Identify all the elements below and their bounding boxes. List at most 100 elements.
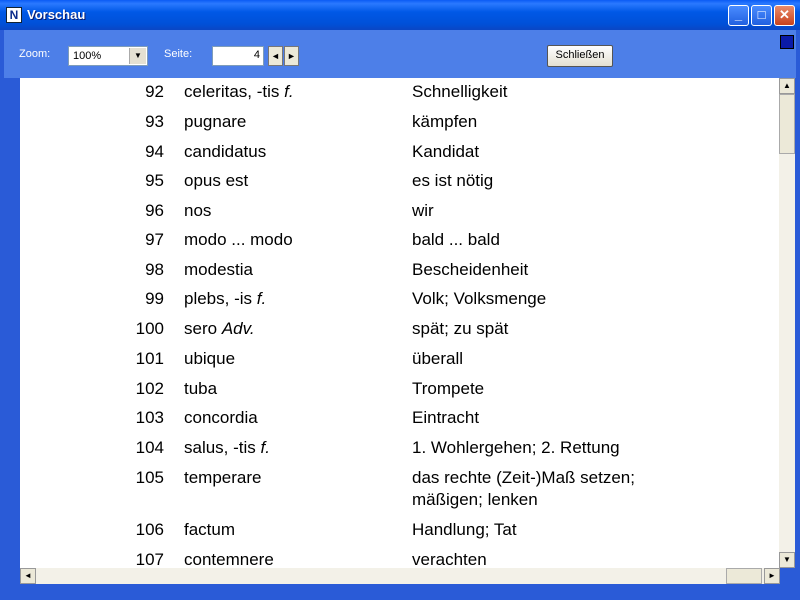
latin-text: contemnere bbox=[184, 550, 274, 568]
corner-indicator bbox=[780, 35, 794, 49]
latin-text: sero bbox=[184, 319, 218, 338]
latin-text: candidatus bbox=[184, 142, 267, 161]
item-number: 106 bbox=[135, 520, 164, 539]
translation-line: Volk; Volksmenge bbox=[412, 289, 547, 308]
latin-term: factum bbox=[184, 519, 235, 541]
item-number: 95 bbox=[145, 171, 164, 190]
item-number: 96 bbox=[145, 201, 164, 220]
item-number: 104 bbox=[135, 438, 164, 457]
item-number: 107 bbox=[135, 550, 164, 568]
grammar-note: f. bbox=[260, 438, 270, 457]
translation-line: Kandidat bbox=[412, 142, 480, 161]
translation-line: das rechte (Zeit-)Maß setzen; bbox=[412, 468, 635, 487]
grammar-note: f. bbox=[284, 82, 294, 101]
item-number: 92 bbox=[145, 82, 164, 101]
translation-line: Handlung; Tat bbox=[412, 520, 517, 539]
german-translation: spät; zu spät bbox=[412, 318, 732, 340]
translation-line: Bescheidenheit bbox=[412, 260, 529, 279]
translation-line: Trompete bbox=[412, 379, 485, 398]
latin-text: modo ... modo bbox=[184, 230, 293, 249]
window-title: Vorschau bbox=[27, 7, 86, 22]
chevron-down-icon[interactable]: ▼ bbox=[129, 48, 146, 64]
latin-term: contemnere bbox=[184, 549, 274, 568]
hscroll-thumb[interactable] bbox=[726, 568, 762, 584]
latin-term: nos bbox=[184, 200, 211, 222]
item-number: 103 bbox=[135, 408, 164, 427]
translation-line: bald ... bald bbox=[412, 230, 500, 249]
item-number: 100 bbox=[135, 319, 164, 338]
german-translation: Schnelligkeit bbox=[412, 81, 732, 103]
zoom-label: Zoom: bbox=[19, 48, 51, 60]
german-translation: Kandidat bbox=[412, 141, 732, 163]
latin-text: factum bbox=[184, 520, 236, 539]
item-number: 102 bbox=[135, 379, 164, 398]
german-translation: Eintracht bbox=[412, 407, 732, 429]
next-page-button[interactable]: ► bbox=[284, 46, 299, 66]
latin-text: concordia bbox=[184, 408, 258, 427]
maximize-button[interactable]: □ bbox=[751, 5, 772, 26]
latin-term: ubique bbox=[184, 348, 235, 370]
minimize-button[interactable]: _ bbox=[728, 5, 749, 26]
scroll-right-button[interactable]: ► bbox=[764, 568, 780, 584]
german-translation: kämpfen bbox=[412, 111, 732, 133]
preview-content: 92 celeritas, -tis f. Schnelligkeit 93 pugna… bbox=[20, 78, 780, 568]
latin-term: sero Adv. bbox=[184, 318, 255, 340]
translation-line: es ist nötig bbox=[412, 171, 494, 190]
latin-text: plebs, -is bbox=[184, 289, 253, 308]
latin-term: tuba bbox=[184, 378, 217, 400]
translation-line: überall bbox=[412, 349, 464, 368]
latin-term: candidatus bbox=[184, 141, 266, 163]
zoom-value: 100% bbox=[73, 50, 102, 62]
latin-term: modo ... modo bbox=[184, 229, 293, 251]
close-window-button[interactable]: ✕ bbox=[774, 5, 795, 26]
translation-line: wir bbox=[412, 201, 434, 220]
german-translation: Trompete bbox=[412, 378, 732, 400]
scroll-down-button[interactable]: ▼ bbox=[779, 552, 795, 568]
app-icon: N bbox=[6, 7, 22, 23]
latin-term: modestia bbox=[184, 259, 253, 281]
item-number: 94 bbox=[145, 142, 164, 161]
german-translation: das rechte (Zeit-)Maß setzen; mäßigen; le… bbox=[412, 467, 732, 511]
translation-line: Schnelligkeit bbox=[412, 82, 508, 101]
german-translation: 1. Wohlergehen; 2. Rettung bbox=[412, 437, 732, 459]
translation-line: Eintracht bbox=[412, 408, 480, 427]
translation-line: 1. Wohlergehen; 2. Rettung bbox=[412, 438, 620, 457]
latin-term: temperare bbox=[184, 467, 261, 489]
translation-line: kämpfen bbox=[412, 112, 478, 131]
scroll-thumb[interactable] bbox=[779, 94, 795, 154]
item-number: 93 bbox=[145, 112, 164, 131]
german-translation: überall bbox=[412, 348, 732, 370]
zoom-select[interactable]: 100% ▼ bbox=[68, 46, 148, 66]
latin-text: temperare bbox=[184, 468, 262, 487]
vertical-scrollbar[interactable]: ▲ ▼ bbox=[779, 78, 795, 568]
german-translation: wir bbox=[412, 200, 732, 222]
german-translation: es ist nötig bbox=[412, 170, 732, 192]
title-bar[interactable]: N Vorschau _ □ ✕ bbox=[0, 0, 800, 30]
latin-term: salus, -tis f. bbox=[184, 437, 270, 459]
item-number: 99 bbox=[145, 289, 164, 308]
latin-term: opus est bbox=[184, 170, 248, 192]
translation-line: spät; zu spät bbox=[412, 319, 509, 338]
latin-term: pugnare bbox=[184, 111, 246, 133]
page-input[interactable]: 4 bbox=[212, 46, 264, 66]
scroll-left-button[interactable]: ◄ bbox=[20, 568, 36, 584]
latin-text: salus, -tis bbox=[184, 438, 256, 457]
horizontal-scrollbar[interactable]: ◄ ► bbox=[20, 568, 780, 584]
grammar-note: f. bbox=[256, 289, 267, 308]
german-translation: Bescheidenheit bbox=[412, 259, 732, 281]
page-label: Seite: bbox=[164, 48, 193, 60]
translation-line: verachten bbox=[412, 550, 487, 568]
item-number: 101 bbox=[135, 349, 164, 368]
preview-window: N Vorschau _ □ ✕ Zoom: 100% ▼ Seite: 4 ◄… bbox=[0, 0, 800, 600]
latin-term: plebs, -is f. bbox=[184, 288, 266, 310]
close-button[interactable]: Schließen bbox=[547, 45, 613, 67]
latin-text: pugnare bbox=[184, 112, 247, 131]
scroll-up-button[interactable]: ▲ bbox=[779, 78, 795, 94]
prev-page-button[interactable]: ◄ bbox=[268, 46, 283, 66]
latin-text: modestia bbox=[184, 260, 253, 279]
item-number: 105 bbox=[135, 468, 164, 487]
toolbar: Zoom: 100% ▼ Seite: 4 ◄ ► Schließen bbox=[4, 30, 796, 78]
latin-text: nos bbox=[184, 201, 212, 220]
latin-term: celeritas, -tis f. bbox=[184, 81, 294, 103]
german-translation: bald ... bald bbox=[412, 229, 732, 251]
